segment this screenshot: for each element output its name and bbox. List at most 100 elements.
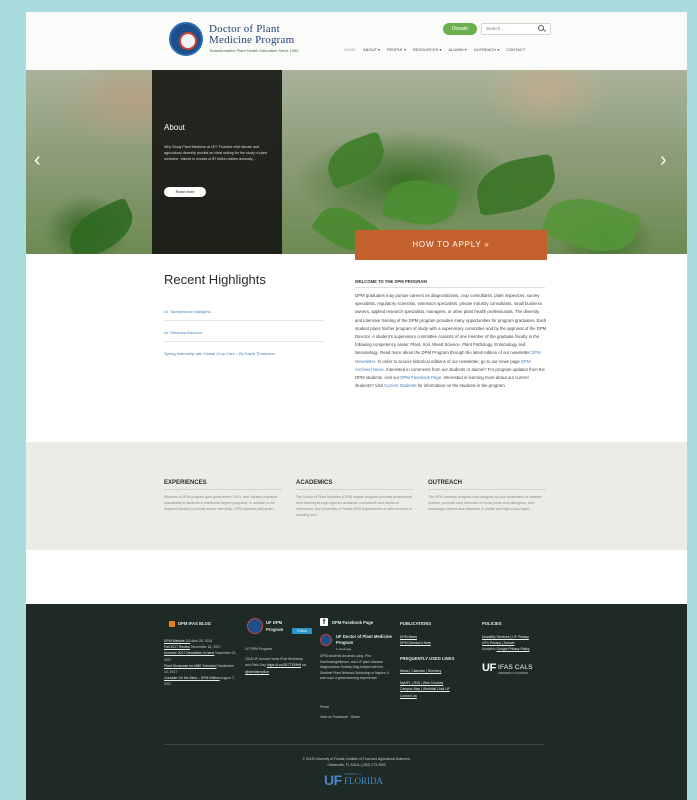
twitter-name-line2[interactable]: Program xyxy=(266,627,283,632)
read-more-button[interactable]: Read more xyxy=(164,187,206,197)
dpm-logo-icon[interactable] xyxy=(169,22,203,56)
copyright: © 2018 University of Florida, Institute … xyxy=(26,756,687,768)
feature-text: Students in DPM program gain government,… xyxy=(164,495,278,511)
welcome-text: for information on the students in the p… xyxy=(416,383,506,389)
about-text: Why Study Plant Medicine at UF? Florida'… xyxy=(164,145,268,161)
donate-button[interactable]: Donate xyxy=(443,23,477,35)
blog-post-link[interactable]: Summer 2017 Newsletter is here! xyxy=(164,651,214,655)
main-nav: HOME ABOUT ▾ PEOPLE ▾ RESOURCES ▾ ALUMNI… xyxy=(344,47,525,52)
nav-alumni[interactable]: ALUMNI ▾ xyxy=(448,47,466,52)
policy-link[interactable]: Disability Services | UF Privacy xyxy=(482,635,529,639)
how-to-apply-button[interactable]: HOW TO APPLY » xyxy=(355,230,547,260)
policies-heading: POLICIES xyxy=(482,621,502,626)
publications-list: DPM News DPM Director's Note xyxy=(400,634,431,646)
publication-link[interactable]: DPM Director's Note xyxy=(400,641,431,645)
blog-post: Plant Showcase for MBE Scholars! Septemb… xyxy=(164,663,238,675)
feature-title[interactable]: OUTREACH xyxy=(428,480,546,486)
tweet-mention-link[interactable]: @sheriberry4uh xyxy=(245,670,269,674)
highlight-link[interactable]: Spring Internship with Global Crop Care … xyxy=(164,351,275,356)
divider xyxy=(296,489,414,490)
analytics-label: Analytics xyxy=(482,647,497,652)
frequent-link-row: News | Calendar | Directory xyxy=(400,668,470,674)
site-footer: DPM IFAS BLOG DPM Website 2.0 April 28, … xyxy=(26,604,687,800)
frequent-links-list: News | Calendar | Directory MyUFL | ISIS… xyxy=(400,668,470,699)
nav-home[interactable]: HOME xyxy=(344,47,356,52)
facebook-page-time: 1 week ago xyxy=(336,647,352,651)
frequent-links-heading: FREQUENTLY USED LINKS xyxy=(400,656,455,661)
leaf-decoration xyxy=(472,153,560,217)
nav-resources[interactable]: RESOURCES ▾ xyxy=(413,47,441,52)
hero-slider: About Why Study Plant Medicine at UF? Fl… xyxy=(26,70,687,254)
divider xyxy=(164,744,544,745)
blog-post-date: April 28, 2018 xyxy=(191,639,213,643)
highlight-link[interactable]: Dr. Tachamarum Mangkhu xyxy=(164,309,211,314)
about-title: About xyxy=(164,123,185,132)
blog-post-link[interactable]: Consider On the Mind – DPM Edition xyxy=(164,676,220,680)
feature-title[interactable]: ACADEMICS xyxy=(296,480,414,486)
follow-button[interactable]: Follow xyxy=(292,628,312,634)
leaf-decoration xyxy=(60,197,142,254)
leaf-decoration xyxy=(381,171,461,234)
site-tagline: Transformative Plant Health Education Si… xyxy=(209,48,299,53)
blog-post-link[interactable]: Fall 2017 Review xyxy=(164,645,190,649)
blog-heading: DPM IFAS BLOG xyxy=(178,621,212,626)
policy-link[interactable]: UF's Privacy | Search xyxy=(482,641,514,645)
twitter-handle[interactable]: UF DPM Program xyxy=(245,646,309,652)
divider xyxy=(164,320,324,321)
twitter-name-line1[interactable]: UF DPM xyxy=(266,620,282,625)
privacy-policy-link[interactable]: Google Privacy Policy xyxy=(497,647,530,651)
site-title[interactable]: Doctor of Plant Medicine Program xyxy=(209,24,339,46)
facebook-photos[interactable]: Photo xyxy=(320,704,329,710)
facebook-post: DPM students Amanda Lang, Pha Kanthasing… xyxy=(320,654,390,681)
feature-title[interactable]: EXPERIENCES xyxy=(164,480,282,486)
frequent-link[interactable]: News | Calendar | Directory xyxy=(400,669,441,673)
copyright-line2: Gainesville, FL 32611 | (352) 273-3902 xyxy=(327,763,386,767)
uf-logo-text[interactable]: FLORIDA xyxy=(344,776,383,786)
feature-experiences[interactable]: EXPERIENCES Students in DPM program gain… xyxy=(164,480,282,512)
recent-highlights-title: Recent Highlights xyxy=(164,272,266,287)
slider-prev-icon[interactable]: ‹ xyxy=(34,150,41,170)
blog-post: Consider On the Mind – DPM Edition Augus… xyxy=(164,675,238,687)
nav-contact[interactable]: CONTACT xyxy=(506,47,525,52)
facebook-page-name[interactable]: UF Doctor of Plant Medicine Program xyxy=(336,634,396,645)
highlight-link[interactable]: Dr. Rebecca Barocco xyxy=(164,330,202,335)
search-icon[interactable] xyxy=(538,25,544,31)
blog-post-link[interactable]: DPM Website 2.0 xyxy=(164,639,190,643)
uf-ifas-logo[interactable]: UF xyxy=(482,662,496,674)
page: Doctor of Plant Medicine Program Transfo… xyxy=(26,12,687,800)
tweet-via: via xyxy=(300,663,307,668)
divider xyxy=(164,489,282,490)
current-students-link[interactable]: Current Students xyxy=(384,383,416,388)
rss-icon xyxy=(169,621,175,627)
slider-next-icon[interactable]: › xyxy=(660,150,667,170)
frequent-link[interactable]: Campus Map | WebMail | Ask UF xyxy=(400,687,450,691)
feature-text: The Doctor of Plant Medicine (DPM) degre… xyxy=(296,495,413,517)
leaf-decoration xyxy=(540,186,642,254)
welcome-body: DPM graduates may pursue careers as diag… xyxy=(355,292,547,390)
site-header: Doctor of Plant Medicine Program Transfo… xyxy=(26,12,687,70)
publications-heading: PUBLICATIONS xyxy=(400,621,432,626)
uf-logo[interactable]: UF xyxy=(324,772,342,788)
facebook-heading: DPM Facebook Page xyxy=(332,620,374,625)
tweet-link[interactable]: https://t.co/ZK7TE0fHif xyxy=(267,663,301,667)
blog-post-link[interactable]: Plant Showcase for MBE Scholars! xyxy=(164,664,217,668)
frequent-link[interactable]: MyUFL | ISIS | Web Courses xyxy=(400,681,443,685)
facebook-view-link[interactable]: View on Facebook · Share xyxy=(320,714,360,720)
nav-about[interactable]: ABOUT ▾ xyxy=(363,47,380,52)
blog-post-date: December 18, 2017 xyxy=(190,645,221,650)
avatar[interactable] xyxy=(320,634,332,646)
tweet: UF DPM Program 2018 UF Annual Home Fruit… xyxy=(245,646,309,675)
blog-list: DPM Website 2.0 April 28, 2018 Fall 2017… xyxy=(164,638,238,688)
nav-outreach[interactable]: OUTREACH ▾ xyxy=(474,47,500,52)
feature-academics[interactable]: ACADEMICS The Doctor of Plant Medicine (… xyxy=(296,480,414,518)
feature-outreach[interactable]: OUTREACH The DPM outreach program was de… xyxy=(428,480,546,512)
avatar[interactable] xyxy=(247,618,263,634)
uf-ifas-logo-text[interactable]: IFAS CALS xyxy=(498,664,533,671)
nav-people[interactable]: PEOPLE ▾ xyxy=(387,47,406,52)
publication-link[interactable]: DPM News xyxy=(400,635,417,639)
welcome-heading: WELCOME TO THE DPM PROGRAM xyxy=(355,279,427,284)
publication-item: DPM Director's Note xyxy=(400,640,431,646)
frequent-link[interactable]: Contact Us xyxy=(400,694,417,698)
uf-ifas-logo-sub: UNIVERSITY of FLORIDA xyxy=(498,672,529,675)
facebook-page-link[interactable]: DPM Facebook Page xyxy=(400,375,441,380)
